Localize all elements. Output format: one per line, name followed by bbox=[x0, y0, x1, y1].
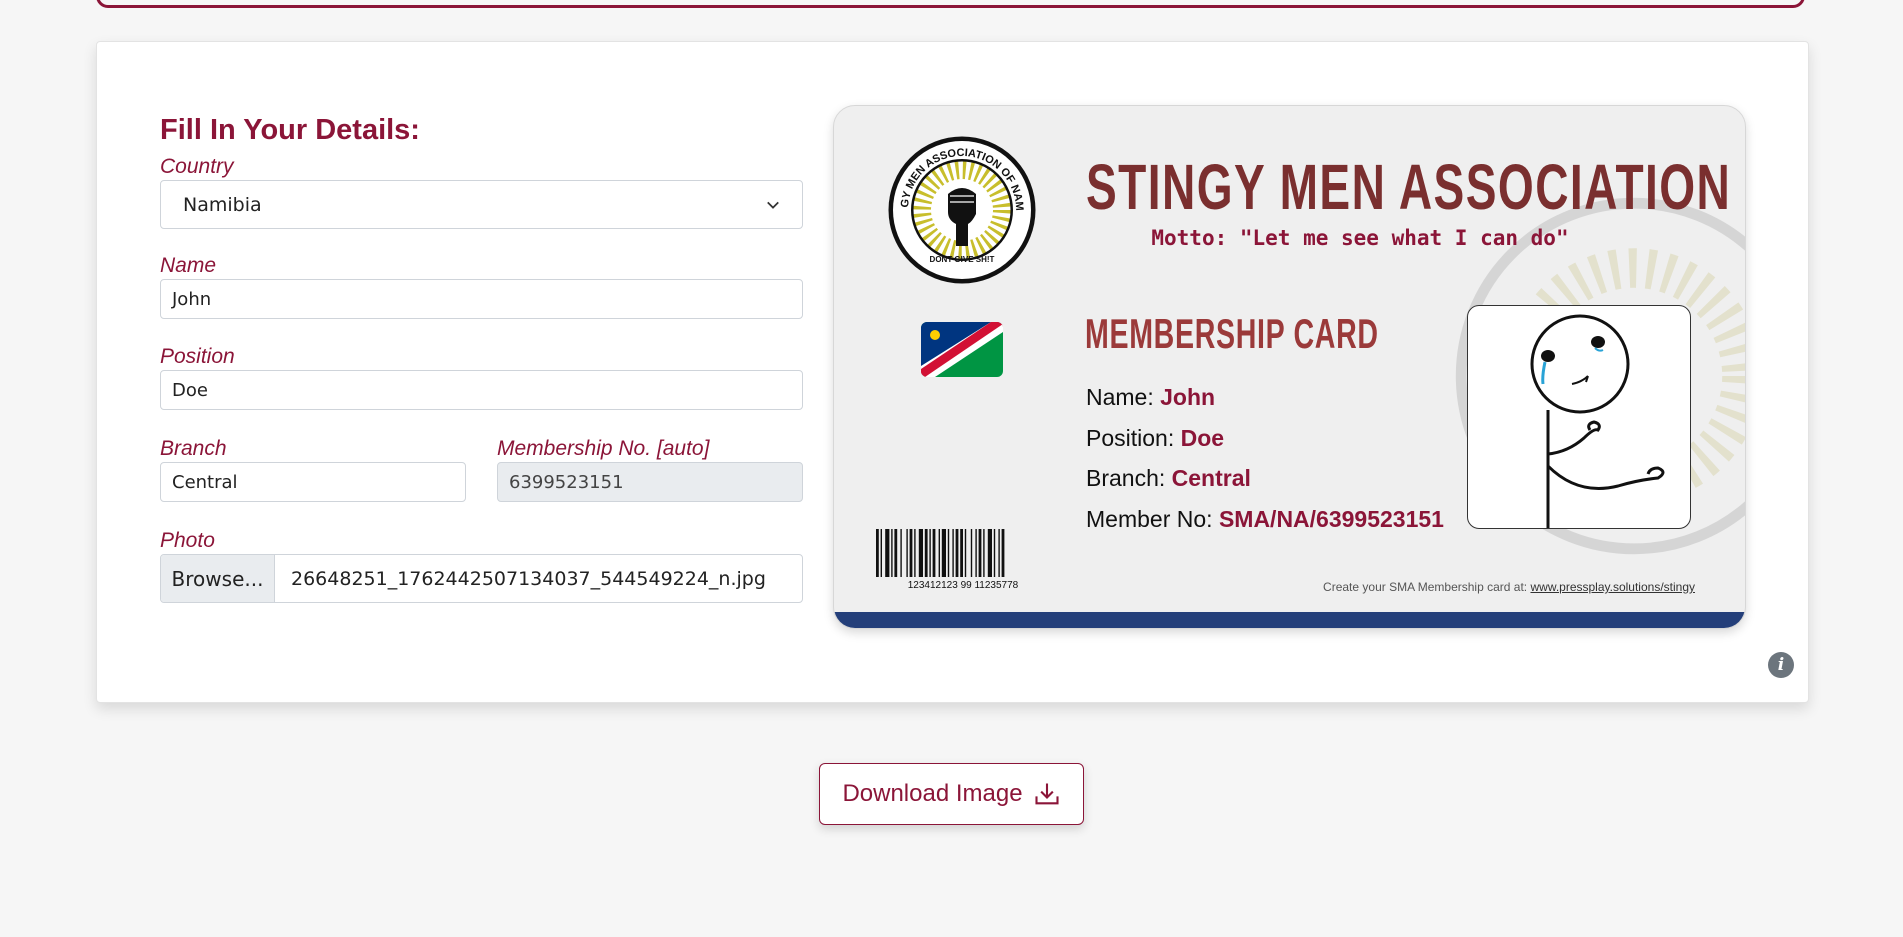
namibia-flag-icon bbox=[921, 322, 1003, 377]
barcode-image bbox=[876, 529, 1005, 577]
position-label: Position bbox=[160, 345, 235, 368]
membership-card-preview: STINGY MEN ASSOCIATION OF NAMIBIA DONT G… bbox=[833, 105, 1746, 629]
position-input[interactable]: Doe bbox=[160, 370, 803, 410]
card-position-label: Position: bbox=[1086, 425, 1175, 451]
association-logo: STINGY MEN ASSOCIATION OF NAMIBIA DONT G… bbox=[888, 136, 1036, 284]
branch-input[interactable]: Central bbox=[160, 462, 466, 502]
branch-label: Branch bbox=[160, 437, 227, 460]
card-member-no-label: Member No: bbox=[1086, 506, 1213, 532]
details-form: Fill In Your Details: Country Namibia Na… bbox=[160, 106, 803, 603]
card-position-line: Position: Doe bbox=[1086, 425, 1224, 452]
browse-button[interactable]: Browse... bbox=[161, 555, 275, 602]
card-member-no-line: Member No: SMA/NA/6399523151 bbox=[1086, 506, 1444, 533]
country-select[interactable]: Namibia bbox=[160, 180, 803, 229]
member-photo bbox=[1467, 305, 1691, 529]
name-input[interactable]: John bbox=[160, 279, 803, 319]
membership-no-input: 6399523151 bbox=[497, 462, 803, 502]
card-credit: Create your SMA Membership card at: www.… bbox=[1323, 580, 1695, 594]
card-title: STINGY MEN ASSOCIATION bbox=[1086, 151, 1732, 223]
previous-section-frame bbox=[96, 0, 1805, 8]
chevron-down-icon bbox=[767, 201, 779, 209]
card-bottom-bar bbox=[834, 612, 1745, 628]
card-branch-label: Branch: bbox=[1086, 465, 1166, 491]
photo-file-input[interactable]: Browse... 26648251_1762442507134037_5445… bbox=[160, 554, 803, 603]
card-position-value: Doe bbox=[1180, 425, 1225, 451]
card-branch-line: Branch: Central bbox=[1086, 465, 1251, 492]
membership-no-label: Membership No. [auto] bbox=[497, 437, 710, 460]
download-icon bbox=[1034, 783, 1059, 805]
card-motto: Motto: "Let me see what I can do" bbox=[1151, 226, 1569, 250]
barcode-number: 123412123 99 11235778 bbox=[907, 580, 1019, 591]
download-image-button[interactable]: Download Image bbox=[819, 763, 1084, 825]
card-name-label: Name: bbox=[1086, 384, 1154, 410]
download-button-label: Download Image bbox=[842, 780, 1023, 807]
card-branch-value: Central bbox=[1171, 465, 1251, 491]
meme-drawing bbox=[1530, 314, 1665, 528]
logo-bottom-text: DONT GIVE SH!T bbox=[930, 255, 995, 264]
name-label: Name bbox=[160, 254, 217, 277]
selected-file-name: 26648251_1762442507134037_544549224_n.jp… bbox=[291, 567, 766, 590]
info-icon[interactable]: i bbox=[1768, 652, 1794, 678]
card-member-no-value: SMA/NA/6399523151 bbox=[1218, 506, 1444, 532]
photo-label: Photo bbox=[160, 529, 215, 552]
country-label: Country bbox=[160, 155, 234, 178]
card-name-line: Name: John bbox=[1086, 384, 1215, 411]
credit-text: Create your SMA Membership card at: bbox=[1323, 580, 1528, 594]
card-name-value: John bbox=[1160, 384, 1216, 410]
main-panel: Fill In Your Details: Country Namibia Na… bbox=[96, 41, 1809, 703]
membership-card-title: MEMBERSHIP CARD bbox=[1085, 310, 1379, 357]
credit-link[interactable]: www.pressplay.solutions/stingy bbox=[1530, 580, 1695, 594]
form-title: Fill In Your Details: bbox=[160, 114, 420, 146]
country-value: Namibia bbox=[183, 193, 262, 216]
